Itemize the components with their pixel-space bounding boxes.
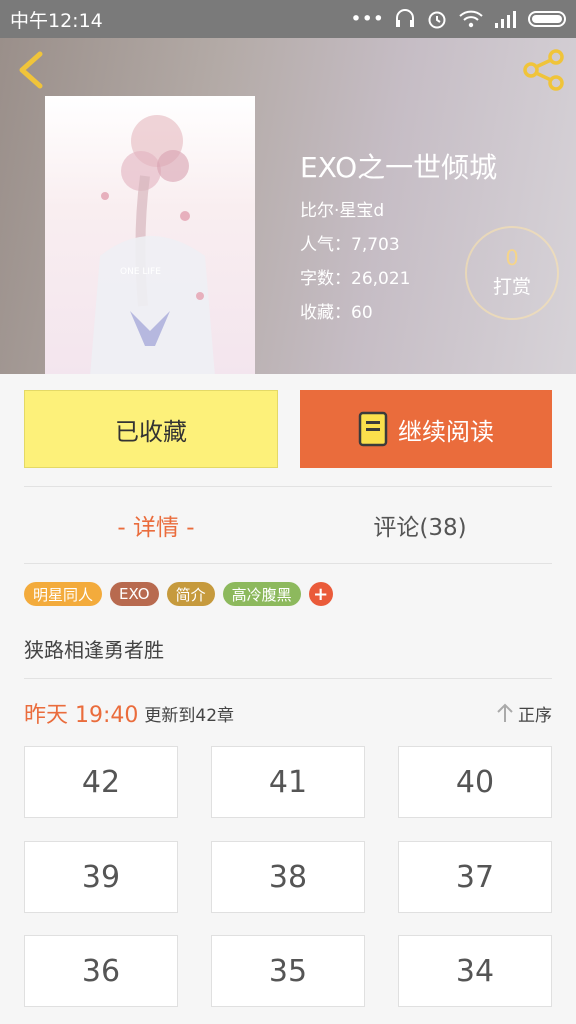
add-tag-button[interactable]: + — [308, 582, 333, 606]
divider — [24, 563, 552, 564]
tag-item[interactable]: 高冷腹黑 — [222, 582, 301, 606]
update-text: 更新到42章 — [144, 705, 235, 726]
tab-detail[interactable]: - 详情 - — [24, 500, 288, 550]
book-author[interactable]: 比尔·星宝d — [300, 196, 384, 221]
update-row: 昨天 19:40 更新到42章 正序 — [24, 698, 552, 728]
chapter-button[interactable]: 38 — [211, 841, 365, 913]
book-title: EXO之一世倾城 — [300, 151, 498, 184]
cover-text: ONE LIFE — [120, 267, 161, 277]
book-intro: 狭路相逢勇者胜 — [24, 638, 164, 662]
tag-item[interactable]: 简介 — [166, 582, 215, 606]
back-icon[interactable] — [14, 50, 50, 90]
tip-label: 打赏 — [492, 276, 531, 298]
battery-icon — [528, 11, 566, 27]
book-favorites: 收藏：60 — [300, 303, 373, 323]
chapter-button[interactable]: 36 — [24, 935, 178, 1007]
share-icon[interactable] — [522, 48, 566, 92]
update-time: 昨天 19:40 — [24, 703, 139, 728]
favorite-button[interactable]: 已收藏 — [24, 390, 278, 468]
chapter-button[interactable]: 39 — [24, 841, 178, 913]
status-bar: 中午12:14 ••• — [0, 0, 576, 38]
cover-illustration: ONE LIFE — [90, 115, 215, 374]
book-header: ONE LIFE EXO之一世倾城 比尔·星宝d 人气：7,703 字数：26,… — [0, 38, 576, 374]
tag-item[interactable]: 明星同人 — [24, 582, 103, 606]
tip-count: 0 — [505, 246, 519, 270]
alarm-icon — [428, 11, 446, 29]
divider — [24, 678, 552, 679]
chapter-button[interactable]: 34 — [398, 935, 552, 1007]
tag-item[interactable]: EXO — [110, 582, 159, 606]
chapter-button[interactable]: 40 — [398, 746, 552, 818]
chapter-button[interactable]: 42 — [24, 746, 178, 818]
sort-button[interactable]: 正序 — [496, 701, 552, 726]
book-word-count: 字数：26,021 — [300, 269, 411, 289]
tag-list: 明星同人 EXO 简介 高冷腹黑 + — [24, 582, 333, 606]
continue-reading-label: 继续阅读 — [398, 417, 494, 446]
arrow-up-icon — [497, 703, 513, 722]
status-time: 中午12:14 — [10, 9, 103, 32]
sort-label: 正序 — [518, 705, 552, 726]
book-icon — [358, 411, 388, 447]
tip-button[interactable]: 0 打赏 — [465, 226, 559, 320]
continue-reading-button[interactable]: 继续阅读 — [300, 390, 552, 468]
signal-icon — [495, 11, 516, 28]
chapter-button[interactable]: 41 — [211, 746, 365, 818]
chapter-button[interactable]: 37 — [398, 841, 552, 913]
book-popularity: 人气：7,703 — [300, 235, 400, 255]
divider — [24, 486, 552, 487]
wifi-icon — [459, 10, 483, 28]
book-cover[interactable]: ONE LIFE — [45, 96, 255, 374]
chapter-button[interactable]: 35 — [211, 935, 365, 1007]
more-icon: ••• — [350, 8, 384, 30]
tab-comments[interactable]: 评论(38) — [288, 500, 552, 550]
headset-icon — [396, 9, 414, 27]
status-icons: ••• — [350, 8, 566, 30]
